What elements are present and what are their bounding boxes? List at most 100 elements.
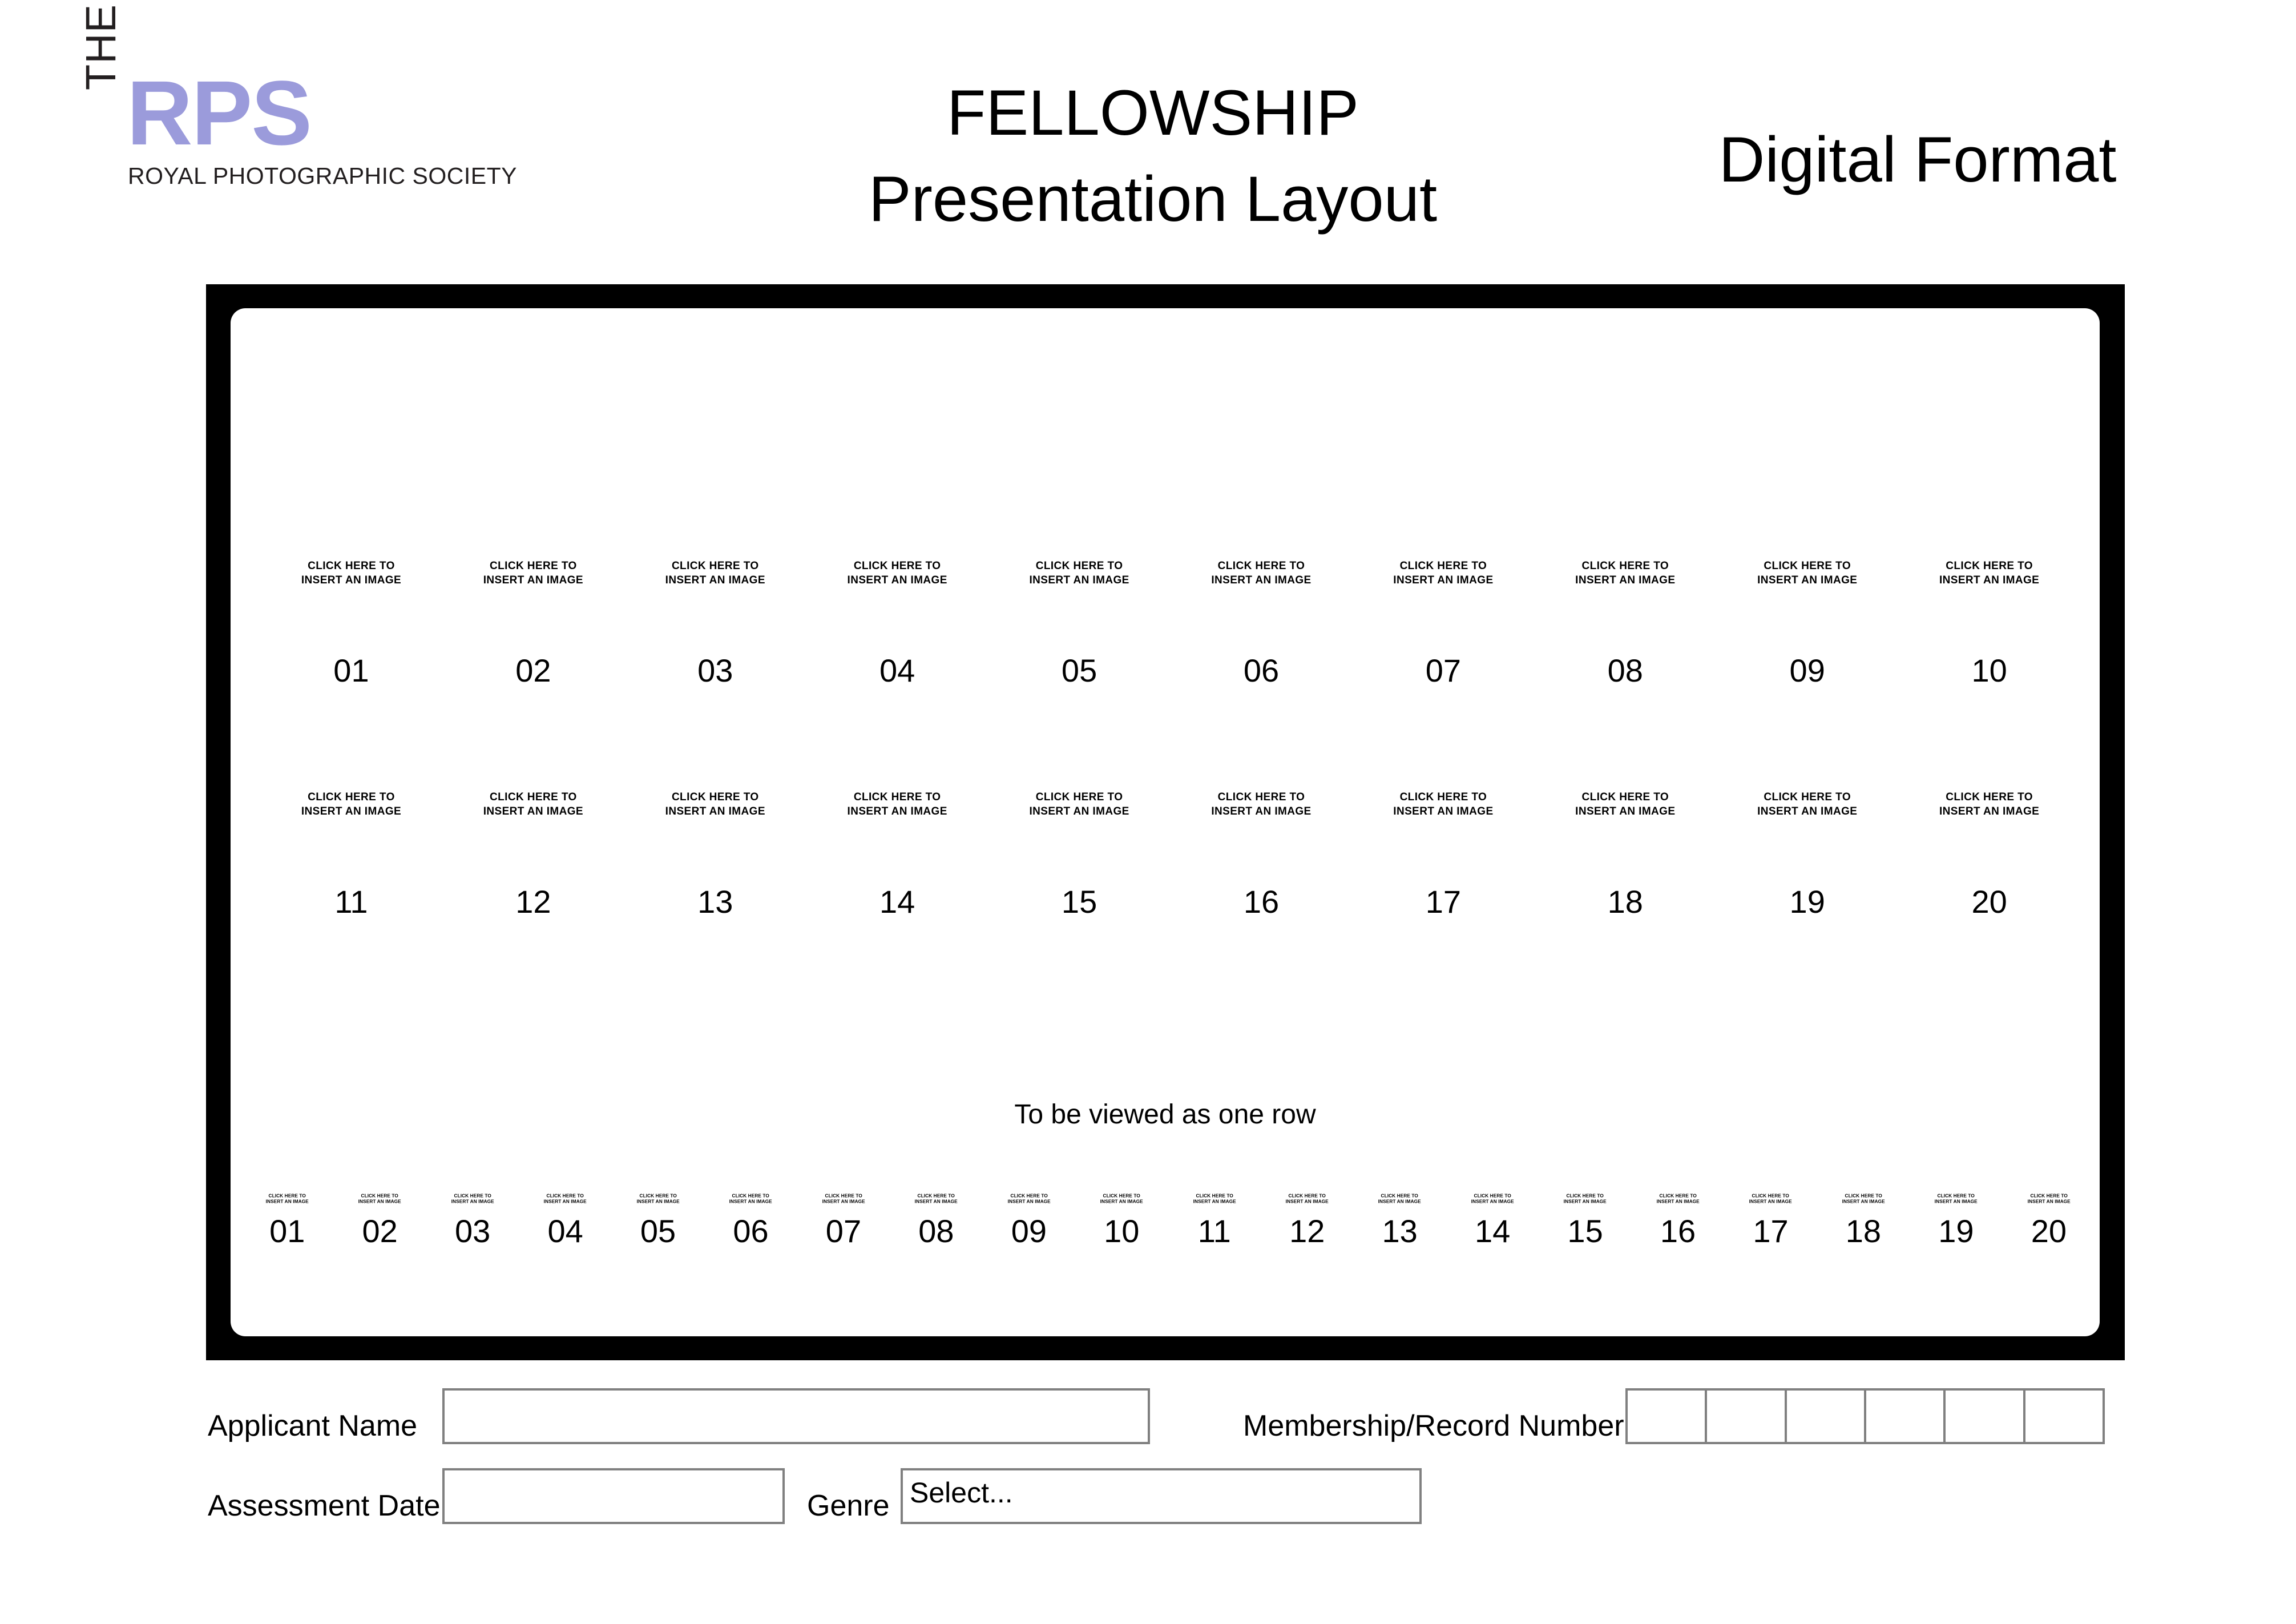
title-line-presentation-layout: Presentation Layout [868,163,1438,235]
strip-placeholder-cell[interactable]: CLICK HERE TO INSERT AN IMAGE 16 [1632,1193,1724,1247]
insert-image-prompt[interactable]: CLICK HERE TO INSERT AN IMAGE [442,791,624,819]
insert-image-prompt[interactable]: CLICK HERE TO INSERT AN IMAGE [624,559,806,587]
insert-image-prompt[interactable]: CLICK HERE TO INSERT AN IMAGE [1821,1193,1906,1205]
applicant-name-input[interactable] [442,1388,1150,1444]
image-placeholder-cell[interactable]: CLICK HERE TO INSERT AN IMAGE 14 [806,791,988,918]
image-slot-number: 18 [1607,884,1643,920]
image-placeholder-cell[interactable]: CLICK HERE TO INSERT AN IMAGE 01 [260,559,442,687]
insert-image-prompt[interactable]: CLICK HERE TO INSERT AN IMAGE [1898,791,2080,819]
insert-image-prompt[interactable]: CLICK HERE TO INSERT AN IMAGE [708,1193,793,1205]
image-placeholder-cell[interactable]: CLICK HERE TO INSERT AN IMAGE 12 [442,791,624,918]
image-placeholder-cell[interactable]: CLICK HERE TO INSERT AN IMAGE 10 [1898,559,2080,687]
image-placeholder-cell[interactable]: CLICK HERE TO INSERT AN IMAGE 08 [1534,559,1716,687]
strip-placeholder-cell[interactable]: CLICK HERE TO INSERT AN IMAGE 04 [519,1193,611,1247]
image-placeholder-cell[interactable]: CLICK HERE TO INSERT AN IMAGE 09 [1716,559,1898,687]
insert-image-prompt[interactable]: CLICK HERE TO INSERT AN IMAGE [260,559,442,587]
insert-image-prompt[interactable]: CLICK HERE TO INSERT AN IMAGE [1534,791,1716,819]
insert-image-prompt[interactable]: CLICK HERE TO INSERT AN IMAGE [1079,1193,1164,1205]
strip-placeholder-cell[interactable]: CLICK HERE TO INSERT AN IMAGE 15 [1539,1193,1631,1247]
strip-placeholder-cell[interactable]: CLICK HERE TO INSERT AN IMAGE 17 [1724,1193,1817,1247]
image-slot-number: 09 [1789,652,1825,689]
insert-image-prompt[interactable]: CLICK HERE TO INSERT AN IMAGE [430,1193,515,1205]
membership-record-number-input[interactable] [1625,1388,2105,1444]
image-placeholder-cell[interactable]: CLICK HERE TO INSERT AN IMAGE 02 [442,559,624,687]
strip-placeholder-cell[interactable]: CLICK HERE TO INSERT AN IMAGE 06 [704,1193,797,1247]
insert-image-prompt[interactable]: CLICK HERE TO INSERT AN IMAGE [615,1193,700,1205]
insert-image-prompt[interactable]: CLICK HERE TO INSERT AN IMAGE [801,1193,886,1205]
membership-digit-cell[interactable] [2025,1391,2103,1442]
insert-image-prompt[interactable]: CLICK HERE TO INSERT AN IMAGE [523,1193,608,1205]
genre-select[interactable]: Select... [901,1468,1422,1524]
insert-image-prompt[interactable]: CLICK HERE TO INSERT AN IMAGE [1635,1193,1720,1205]
strip-slot-number: 15 [1567,1212,1603,1249]
strip-placeholder-cell[interactable]: CLICK HERE TO INSERT AN IMAGE 05 [612,1193,704,1247]
strip-placeholder-cell[interactable]: CLICK HERE TO INSERT AN IMAGE 08 [890,1193,982,1247]
strip-placeholder-cell[interactable]: CLICK HERE TO INSERT AN IMAGE 14 [1446,1193,1539,1247]
membership-digit-cell[interactable] [1707,1391,1787,1442]
insert-image-prompt[interactable]: CLICK HERE TO INSERT AN IMAGE [1450,1193,1535,1205]
insert-image-prompt[interactable]: CLICK HERE TO INSERT AN IMAGE [1264,1193,1349,1205]
strip-placeholder-cell[interactable]: CLICK HERE TO INSERT AN IMAGE 01 [241,1193,333,1247]
insert-image-prompt[interactable]: CLICK HERE TO INSERT AN IMAGE [1534,559,1716,587]
assessment-date-input[interactable] [442,1468,785,1524]
insert-image-prompt[interactable]: CLICK HERE TO INSERT AN IMAGE [806,791,988,819]
membership-digit-cell[interactable] [1946,1391,2025,1442]
image-placeholder-cell[interactable]: CLICK HERE TO INSERT AN IMAGE 20 [1898,791,2080,918]
image-placeholder-cell[interactable]: CLICK HERE TO INSERT AN IMAGE 16 [1171,791,1353,918]
insert-image-prompt[interactable]: CLICK HERE TO INSERT AN IMAGE [624,791,806,819]
strip-placeholder-cell[interactable]: CLICK HERE TO INSERT AN IMAGE 10 [1075,1193,1168,1247]
insert-image-prompt[interactable]: CLICK HERE TO INSERT AN IMAGE [1898,559,2080,587]
image-placeholder-cell[interactable]: CLICK HERE TO INSERT AN IMAGE 15 [988,791,1171,918]
insert-image-prompt[interactable]: CLICK HERE TO INSERT AN IMAGE [442,559,624,587]
strip-placeholder-cell[interactable]: CLICK HERE TO INSERT AN IMAGE 13 [1353,1193,1446,1247]
image-placeholder-cell[interactable]: CLICK HERE TO INSERT AN IMAGE 04 [806,559,988,687]
insert-image-prompt[interactable]: CLICK HERE TO INSERT AN IMAGE [1728,1193,1813,1205]
image-slot-number: 03 [697,652,733,689]
strip-placeholder-cell[interactable]: CLICK HERE TO INSERT AN IMAGE 03 [426,1193,519,1247]
strip-placeholder-cell[interactable]: CLICK HERE TO INSERT AN IMAGE 02 [333,1193,426,1247]
insert-image-prompt[interactable]: CLICK HERE TO INSERT AN IMAGE [1352,559,1534,587]
image-placeholder-cell[interactable]: CLICK HERE TO INSERT AN IMAGE 13 [624,791,806,918]
insert-image-prompt[interactable]: CLICK HERE TO INSERT AN IMAGE [988,559,1171,587]
strip-placeholder-cell[interactable]: CLICK HERE TO INSERT AN IMAGE 07 [797,1193,890,1247]
image-placeholder-cell[interactable]: CLICK HERE TO INSERT AN IMAGE 07 [1352,559,1534,687]
strip-placeholder-cell[interactable]: CLICK HERE TO INSERT AN IMAGE 20 [2003,1193,2095,1247]
image-placeholder-cell[interactable]: CLICK HERE TO INSERT AN IMAGE 06 [1171,559,1353,687]
strip-placeholder-cell[interactable]: CLICK HERE TO INSERT AN IMAGE 09 [983,1193,1075,1247]
insert-image-prompt[interactable]: CLICK HERE TO INSERT AN IMAGE [2006,1193,2091,1205]
insert-image-prompt[interactable]: CLICK HERE TO INSERT AN IMAGE [1352,791,1534,819]
image-placeholder-cell[interactable]: CLICK HERE TO INSERT AN IMAGE 11 [260,791,442,918]
insert-image-prompt[interactable]: CLICK HERE TO INSERT AN IMAGE [244,1193,329,1205]
membership-digit-cell[interactable] [1787,1391,1866,1442]
insert-image-prompt[interactable]: CLICK HERE TO INSERT AN IMAGE [1357,1193,1442,1205]
insert-image-prompt[interactable]: CLICK HERE TO INSERT AN IMAGE [1171,791,1353,819]
insert-image-prompt[interactable]: CLICK HERE TO INSERT AN IMAGE [1914,1193,1999,1205]
image-placeholder-cell[interactable]: CLICK HERE TO INSERT AN IMAGE 17 [1352,791,1534,918]
single-row-strip: CLICK HERE TO INSERT AN IMAGE 01 CLICK HER… [241,1193,2095,1247]
insert-image-prompt[interactable]: CLICK HERE TO INSERT AN IMAGE [1543,1193,1628,1205]
image-slot-number: 13 [697,884,733,920]
insert-image-prompt[interactable]: CLICK HERE TO INSERT AN IMAGE [1171,559,1353,587]
insert-image-prompt[interactable]: CLICK HERE TO INSERT AN IMAGE [1172,1193,1257,1205]
insert-image-prompt[interactable]: CLICK HERE TO INSERT AN IMAGE [260,791,442,819]
insert-image-prompt[interactable]: CLICK HERE TO INSERT AN IMAGE [1716,791,1898,819]
insert-image-prompt[interactable]: CLICK HERE TO INSERT AN IMAGE [988,791,1171,819]
insert-image-prompt[interactable]: CLICK HERE TO INSERT AN IMAGE [337,1193,422,1205]
strip-placeholder-cell[interactable]: CLICK HERE TO INSERT AN IMAGE 19 [1910,1193,2002,1247]
insert-image-prompt[interactable]: CLICK HERE TO INSERT AN IMAGE [894,1193,979,1205]
image-placeholder-cell[interactable]: CLICK HERE TO INSERT AN IMAGE 18 [1534,791,1716,918]
membership-digit-cell[interactable] [1628,1391,1708,1442]
membership-record-number-label: Membership/Record Number [1243,1409,1624,1442]
image-placeholder-cell[interactable]: CLICK HERE TO INSERT AN IMAGE 19 [1716,791,1898,918]
strip-slot-number: 10 [1104,1212,1140,1249]
insert-image-prompt[interactable]: CLICK HERE TO INSERT AN IMAGE [1716,559,1898,587]
image-placeholder-cell[interactable]: CLICK HERE TO INSERT AN IMAGE 03 [624,559,806,687]
insert-image-prompt[interactable]: CLICK HERE TO INSERT AN IMAGE [986,1193,1071,1205]
membership-digit-cell[interactable] [1866,1391,1946,1442]
logo-rps-text: RPS [127,62,312,164]
strip-placeholder-cell[interactable]: CLICK HERE TO INSERT AN IMAGE 12 [1261,1193,1353,1247]
insert-image-prompt[interactable]: CLICK HERE TO INSERT AN IMAGE [806,559,988,587]
strip-placeholder-cell[interactable]: CLICK HERE TO INSERT AN IMAGE 18 [1817,1193,1910,1247]
image-placeholder-cell[interactable]: CLICK HERE TO INSERT AN IMAGE 05 [988,559,1171,687]
strip-placeholder-cell[interactable]: CLICK HERE TO INSERT AN IMAGE 11 [1168,1193,1261,1247]
